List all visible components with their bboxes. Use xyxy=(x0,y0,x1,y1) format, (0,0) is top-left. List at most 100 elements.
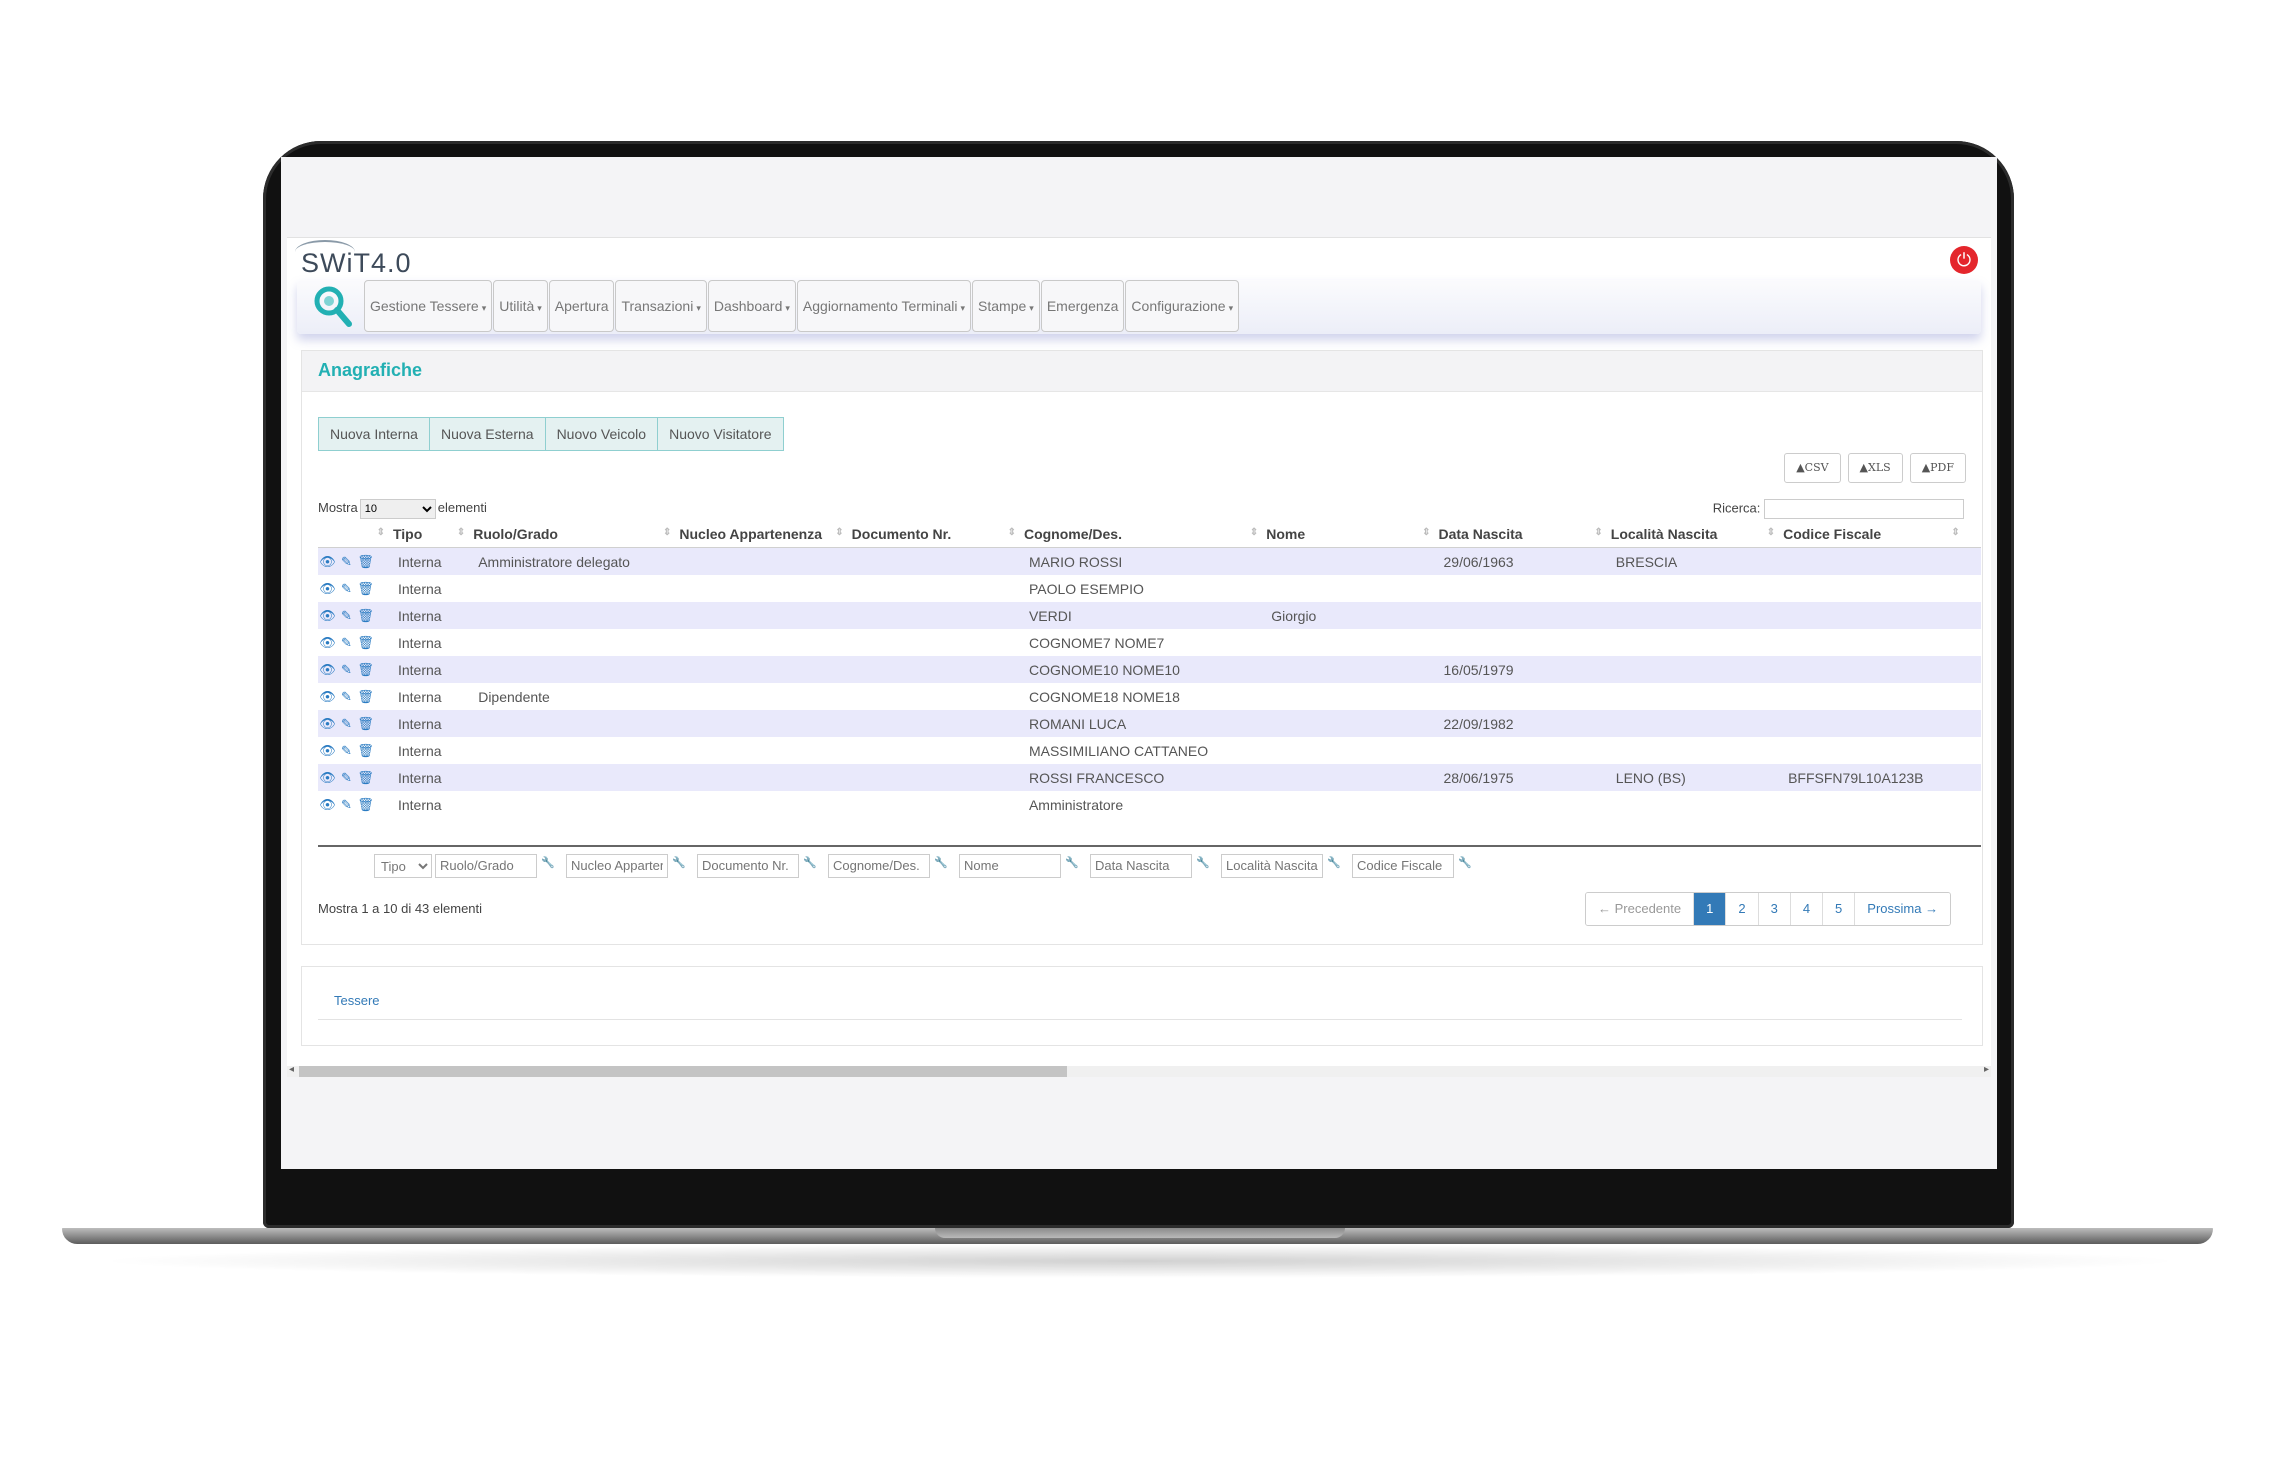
nav-item-dashboard[interactable]: Dashboard ▾ xyxy=(707,280,796,332)
edit-pencil-icon[interactable]: ✎ xyxy=(337,770,356,786)
column-header-data-nascita[interactable]: Data Nascita ⇕ xyxy=(1438,521,1611,548)
nav-item-configurazione[interactable]: Configurazione ▾ xyxy=(1125,280,1240,332)
view-eye-icon[interactable]: 👁 xyxy=(318,770,337,786)
view-eye-icon[interactable]: 👁 xyxy=(318,743,337,759)
browser-bottom-area xyxy=(281,1077,1997,1169)
page-3-button[interactable]: 3 xyxy=(1757,893,1790,925)
nav-item-emergenza[interactable]: Emergenza xyxy=(1040,280,1125,332)
wrench-icon[interactable]: 🔧 xyxy=(672,856,686,869)
scroll-right-icon[interactable]: ▸ xyxy=(1984,1064,1989,1075)
delete-trash-icon[interactable]: 🗑 xyxy=(356,635,375,651)
column-header-documento-nr[interactable]: Documento Nr. ⇕ xyxy=(851,521,1024,548)
caret-down-icon: ▾ xyxy=(537,303,542,313)
edit-pencil-icon[interactable]: ✎ xyxy=(337,743,356,759)
nuova-esterna-button[interactable]: Nuova Esterna xyxy=(428,417,545,451)
next-page-button[interactable]: Prossima → xyxy=(1854,893,1951,925)
scroll-left-icon[interactable]: ◂ xyxy=(289,1064,294,1075)
laptop-shadow xyxy=(90,1244,2190,1278)
filter-cognome-des-input[interactable] xyxy=(828,854,930,878)
edit-pencil-icon[interactable]: ✎ xyxy=(337,689,356,705)
delete-trash-icon[interactable]: 🗑 xyxy=(356,581,375,597)
wrench-icon[interactable]: 🔧 xyxy=(1327,856,1341,869)
view-eye-icon[interactable]: 👁 xyxy=(318,554,337,570)
delete-trash-icon[interactable]: 🗑 xyxy=(356,554,375,570)
delete-trash-icon[interactable]: 🗑 xyxy=(356,770,375,786)
export-xls-button[interactable]: ▲XLS xyxy=(1847,453,1903,483)
view-eye-icon[interactable]: 👁 xyxy=(318,635,337,651)
nuova-interna-button[interactable]: Nuova Interna xyxy=(318,417,429,451)
edit-pencil-icon[interactable]: ✎ xyxy=(337,608,356,624)
filter-ruolo-grado-input[interactable] xyxy=(435,854,537,878)
cell-cognome-des: Amministratore xyxy=(1028,796,1124,813)
filter-documento-nr-input[interactable] xyxy=(697,854,799,878)
column-header-ruolo-grado[interactable]: Ruolo/Grado ⇕ xyxy=(473,521,680,548)
nav-item-transazioni[interactable]: Transazioni ▾ xyxy=(615,280,707,332)
edit-pencil-icon[interactable]: ✎ xyxy=(337,581,356,597)
nav-item-stampe[interactable]: Stampe ▾ xyxy=(972,280,1040,332)
view-eye-icon[interactable]: 👁 xyxy=(318,689,337,705)
wrench-icon[interactable]: 🔧 xyxy=(803,856,817,869)
delete-trash-icon[interactable]: 🗑 xyxy=(356,716,375,732)
wrench-icon[interactable]: 🔧 xyxy=(1458,856,1472,869)
nav-item-apertura[interactable]: Apertura xyxy=(548,280,615,332)
edit-pencil-icon[interactable]: ✎ xyxy=(337,635,356,651)
nuovo-veicolo-button[interactable]: Nuovo Veicolo xyxy=(544,417,658,451)
column-header-localita-nascita[interactable]: Località Nascita ⇕ xyxy=(1610,521,1784,548)
filter-nucleo-appartenenza-input[interactable] xyxy=(566,854,668,878)
delete-trash-icon[interactable]: 🗑 xyxy=(356,689,375,705)
search-logo-icon[interactable] xyxy=(311,284,355,328)
delete-trash-icon[interactable]: 🗑 xyxy=(356,743,375,759)
column-header-tipo[interactable]: Tipo ⇕ xyxy=(392,521,474,548)
filter-codice-fiscale-input[interactable] xyxy=(1352,854,1454,878)
tipo-filter-select[interactable]: Tipo xyxy=(374,854,432,878)
export-pdf-button[interactable]: ▲PDF xyxy=(1909,453,1966,483)
wrench-icon[interactable]: 🔧 xyxy=(1065,856,1079,869)
previous-page-button[interactable]: ← Precedente xyxy=(1586,893,1694,925)
page-4-button[interactable]: 4 xyxy=(1789,893,1823,925)
cell-localita-nascita: BRESCIA xyxy=(1610,547,1784,575)
edit-pencil-icon[interactable]: ✎ xyxy=(337,716,356,732)
wrench-icon[interactable]: 🔧 xyxy=(541,856,555,869)
filter-nome-input[interactable] xyxy=(959,854,1061,878)
delete-trash-icon[interactable]: 🗑 xyxy=(356,797,375,813)
nav-item-gestione-tessere[interactable]: Gestione Tessere ▾ xyxy=(364,280,493,332)
wrench-icon[interactable]: 🔧 xyxy=(934,856,948,869)
column-header-codice-fiscale[interactable]: Codice Fiscale ⇕ xyxy=(1783,521,1968,548)
cell-nucleo-appartenenza xyxy=(679,683,851,710)
search-input[interactable] xyxy=(1764,499,1964,519)
view-eye-icon[interactable]: 👁 xyxy=(318,581,337,597)
view-eye-icon[interactable]: 👁 xyxy=(318,608,337,624)
power-icon[interactable]: ⏻ xyxy=(1950,246,1978,274)
cell-data-nascita xyxy=(1439,575,1611,602)
column-header-nucleo-appartenenza[interactable]: Nucleo Appartenenza ⇕ xyxy=(679,521,852,548)
cell-cognome-des: VERDI xyxy=(1023,602,1267,629)
wrench-icon[interactable]: 🔧 xyxy=(1196,856,1210,869)
cell-documento-nr xyxy=(852,575,1024,602)
page-1-button[interactable]: 1 xyxy=(1693,893,1726,925)
view-eye-icon[interactable]: 👁 xyxy=(318,662,337,678)
column-header-nome[interactable]: Nome ⇕ xyxy=(1266,521,1439,548)
edit-pencil-icon[interactable]: ✎ xyxy=(337,554,356,570)
cell-localita-nascita xyxy=(1611,629,1783,656)
column-header-cognome-des[interactable]: Cognome/Des. ⇕ xyxy=(1023,521,1267,548)
export-csv-button[interactable]: ▲CSV xyxy=(1784,453,1841,483)
page-5-button[interactable]: 5 xyxy=(1822,893,1855,925)
nav-item-aggiornamento-terminali[interactable]: Aggiornamento Terminali ▾ xyxy=(796,280,972,332)
app-window: SWiT4.0 ⏻ Gestione Tessere ▾ Utilità ▾ Apert… xyxy=(287,237,1991,1078)
view-eye-icon[interactable]: 👁 xyxy=(318,716,337,732)
view-eye-icon[interactable]: 👁 xyxy=(318,797,337,813)
page-length-select[interactable]: 10 xyxy=(359,499,436,519)
caret-down-icon: ▾ xyxy=(481,303,487,313)
cell-ruolo-grado xyxy=(473,737,679,764)
nuovo-visitatore-button[interactable]: Nuovo Visitatore xyxy=(657,417,784,451)
column-header-label: Tipo xyxy=(392,526,423,542)
tessere-link[interactable]: Tessere xyxy=(334,993,380,1008)
edit-pencil-icon[interactable]: ✎ xyxy=(337,797,356,813)
delete-trash-icon[interactable]: 🗑 xyxy=(356,662,375,678)
page-2-button[interactable]: 2 xyxy=(1725,893,1758,925)
filter-localita-nascita-input[interactable] xyxy=(1221,854,1323,878)
nav-item-utilita[interactable]: Utilità ▾ xyxy=(493,280,548,332)
delete-trash-icon[interactable]: 🗑 xyxy=(356,608,375,624)
filter-data-nascita-input[interactable] xyxy=(1090,854,1192,878)
edit-pencil-icon[interactable]: ✎ xyxy=(337,662,356,678)
